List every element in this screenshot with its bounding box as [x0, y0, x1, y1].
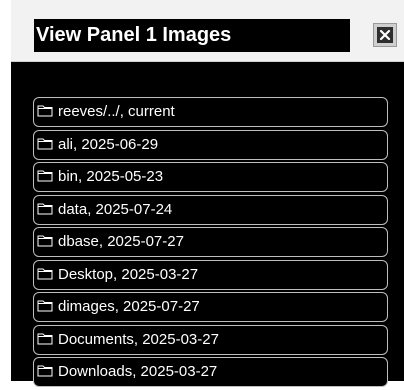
folder-icon [37, 202, 53, 215]
folder-icon [37, 364, 53, 377]
list-item-label: bin, 2025-05-23 [58, 168, 164, 186]
list-item[interactable]: reeves/../, current [33, 97, 388, 127]
folder-icon [37, 267, 53, 280]
list-item[interactable]: Documents, 2025-03-27 [33, 324, 388, 355]
folder-icon [37, 299, 53, 312]
folder-list: reeves/../, current ali, 2025-06-29 bin,… [33, 97, 388, 390]
list-item[interactable]: ali, 2025-06-29 [33, 129, 388, 160]
close-button[interactable] [373, 23, 397, 47]
list-item-label: ali, 2025-06-29 [58, 135, 159, 153]
list-item[interactable]: Desktop, 2025-03-27 [33, 259, 388, 290]
list-item-label: reeves/../, current [58, 103, 175, 121]
folder-icon [37, 332, 53, 345]
folder-icon [37, 234, 53, 247]
list-item-label: data, 2025-07-24 [58, 200, 173, 218]
folder-icon [37, 137, 53, 150]
list-item-label: dbase, 2025-07-27 [58, 233, 184, 251]
list-item-label: Downloads, 2025-03-27 [58, 363, 218, 381]
image-viewer-dialog: View Panel 1 Images reeves/../, current … [11, 0, 404, 387]
list-item-label: Desktop, 2025-03-27 [58, 265, 199, 283]
close-icon [377, 27, 393, 43]
folder-icon [37, 104, 53, 117]
list-item[interactable]: dbase, 2025-07-27 [33, 227, 388, 257]
list-item[interactable]: bin, 2025-05-23 [33, 162, 388, 192]
dialog-header: View Panel 1 Images [11, 0, 404, 62]
list-item[interactable]: Downloads, 2025-03-27 [33, 357, 388, 387]
list-item-label: dimages, 2025-07-27 [58, 298, 200, 316]
list-item-label: Documents, 2025-03-27 [58, 330, 219, 348]
list-item[interactable]: dimages, 2025-07-27 [33, 292, 388, 322]
dialog-title: View Panel 1 Images [34, 19, 350, 52]
list-item[interactable]: data, 2025-07-24 [33, 194, 388, 225]
folder-icon [37, 169, 53, 182]
